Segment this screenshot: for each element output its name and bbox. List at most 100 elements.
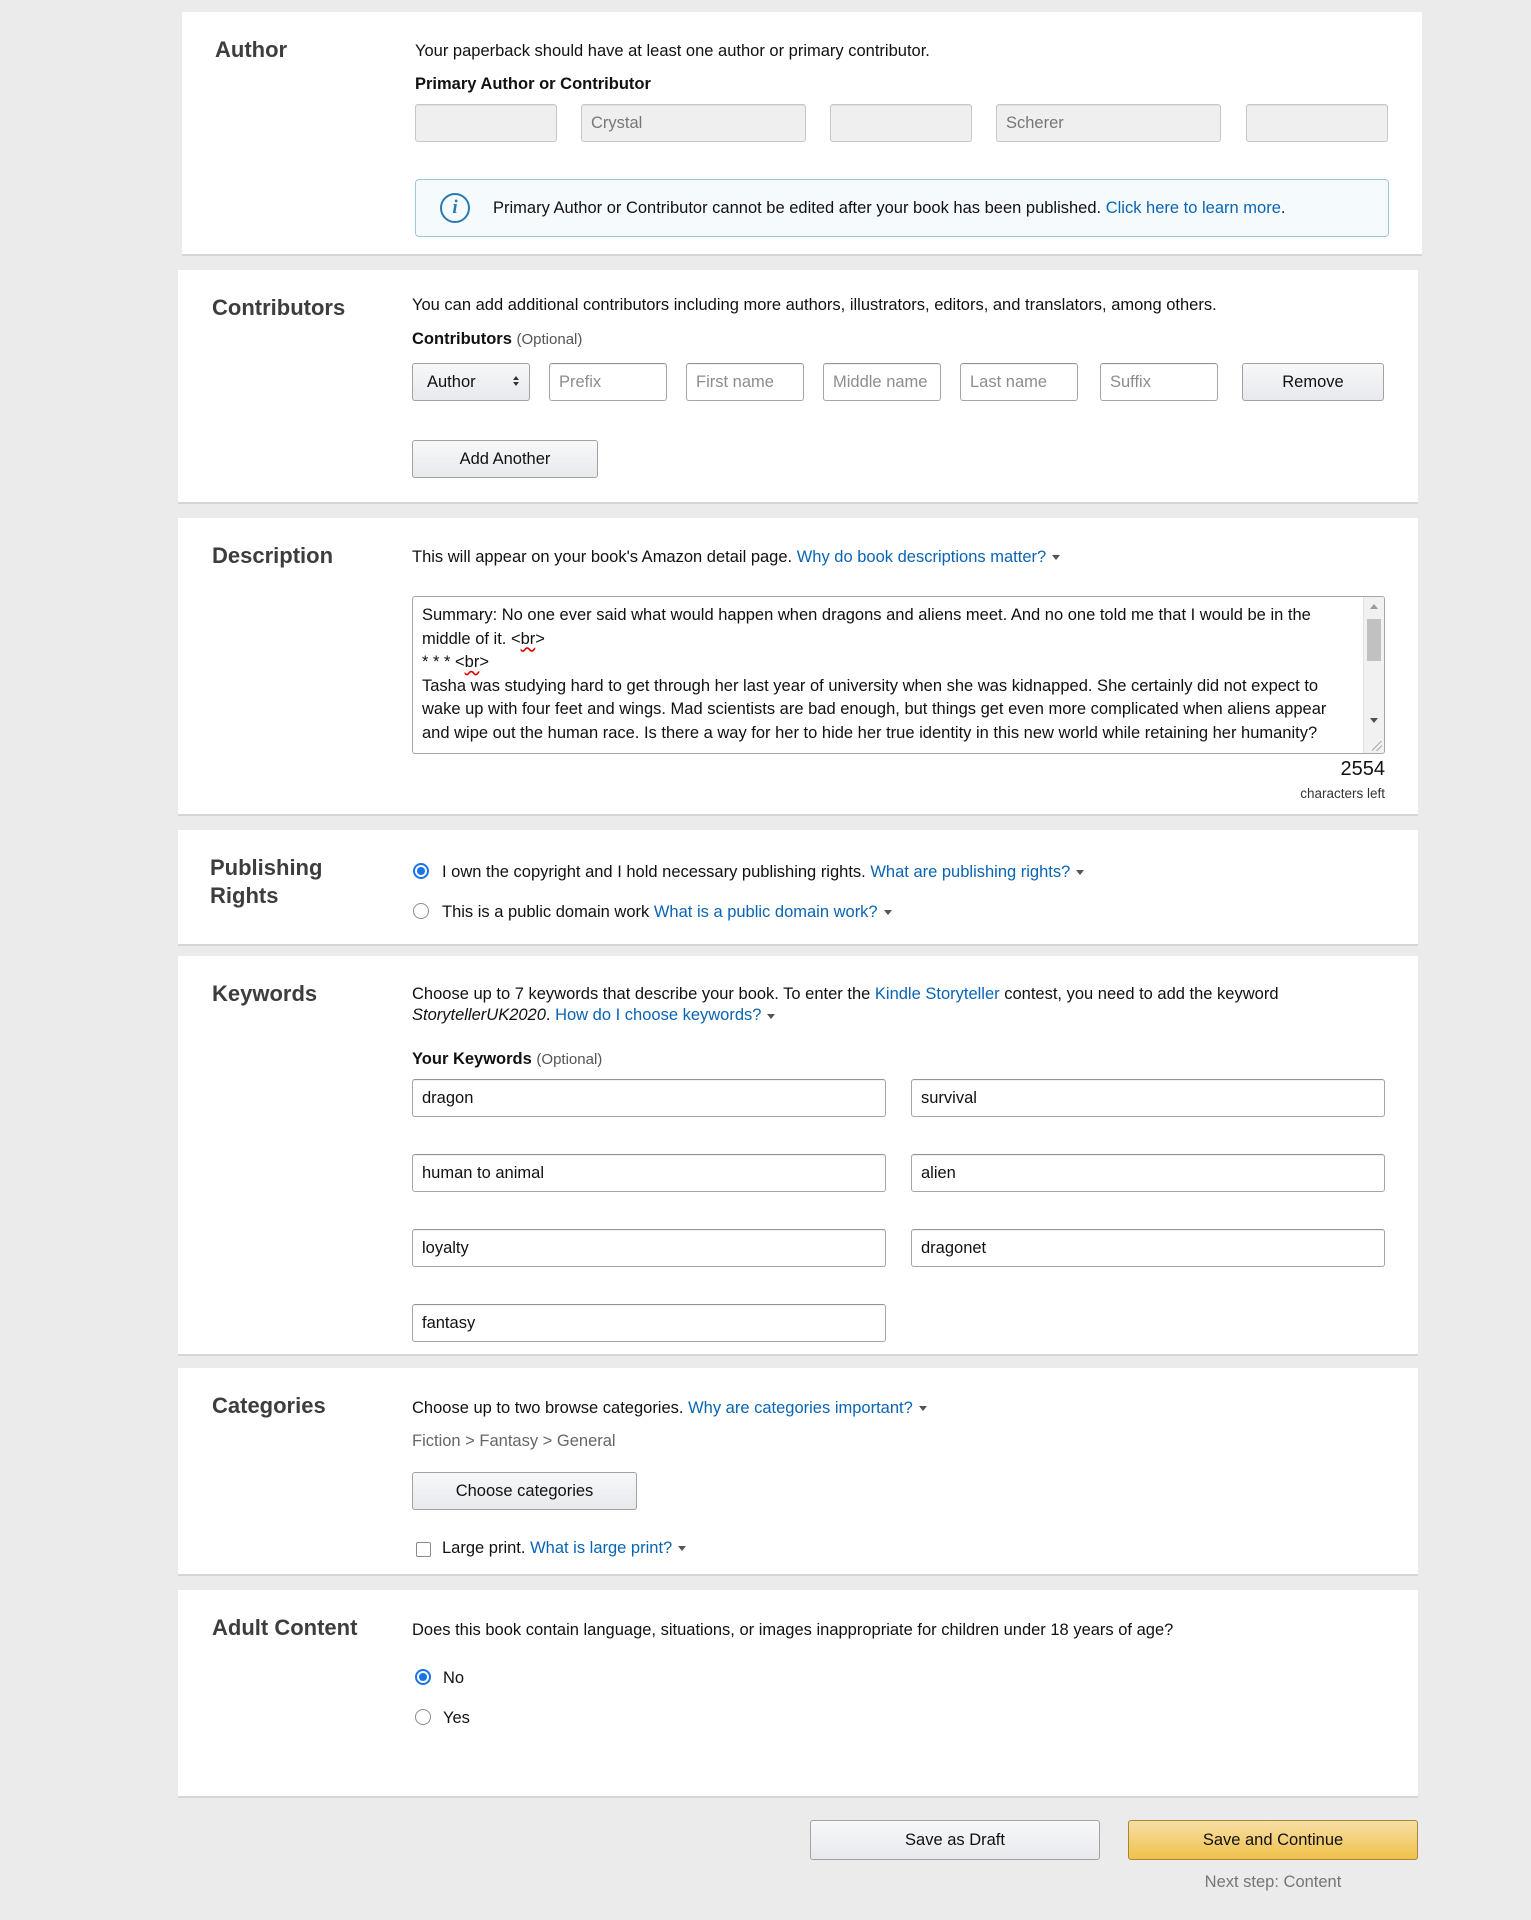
remove-contributor-button[interactable]: Remove [1242,363,1384,401]
categories-intro-text: Choose up to two browse categories. [412,1399,684,1417]
section-heading: Author [215,37,288,62]
author-middle-name-field [830,104,972,142]
contributors-label: Contributors (Optional) [412,329,582,350]
description-textarea[interactable]: Summary: No one ever said what would hap… [412,596,1385,754]
scroll-thumb[interactable] [1367,619,1381,661]
keyword-input[interactable]: human to animal [412,1154,886,1192]
page: Author Your paperback should have at lea… [0,0,1531,1920]
keywords-intro-text: Choose up to 7 keywords that describe yo… [412,985,871,1003]
contributor-role-value: Author [427,373,476,391]
save-and-continue-button[interactable]: Save and Continue [1128,1820,1418,1860]
public-domain-label[interactable]: This is a public domain work [442,903,649,921]
keyword-input[interactable]: dragonet [911,1229,1385,1267]
keywords-intro-text: contest, you need to add the keyword [1004,985,1279,1003]
contributor-role-select[interactable]: Author [412,363,530,401]
categories-intro: Choose up to two browse categories. Why … [412,1398,927,1419]
description-text: Summary: No one ever said what would hap… [422,604,1358,745]
description-line: Tasha was studying hard to get through h… [422,676,1319,695]
scroll-down-icon[interactable] [1370,718,1378,723]
kindle-storyteller-link[interactable]: Kindle Storyteller [875,985,1000,1003]
adult-yes-label[interactable]: Yes [443,1708,470,1729]
contributors-section: Contributors You can add additional cont… [178,270,1418,504]
heading-line: Rights [210,882,279,908]
your-keywords-label: Your Keywords (Optional) [412,1049,602,1070]
section-heading: Keywords [212,981,318,1006]
chevron-down-icon [918,1406,927,1412]
own-rights-radio[interactable] [413,863,429,879]
adult-content-section: Adult Content Does this book contain lan… [178,1590,1418,1798]
characters-left-label: characters left [1300,786,1385,801]
chevron-down-icon [678,1546,687,1552]
keyword-input[interactable]: loyalty [412,1229,886,1267]
public-domain-radio[interactable] [413,903,429,919]
how-choose-keywords-link[interactable]: How do I choose keywords? [555,1006,761,1024]
what-is-large-print-link[interactable]: What is large print? [530,1539,672,1557]
section-heading: Contributors [212,295,346,320]
contributors-intro: You can add additional contributors incl… [412,296,1217,314]
storyteller-keyword: StorytellerUK2020 [412,1006,546,1025]
large-print-option: Large print. What is large print? [442,1538,687,1559]
author-first-name-field: Crystal [581,104,806,142]
adult-no-radio[interactable] [415,1669,431,1685]
what-is-public-domain-link[interactable]: What is a public domain work? [654,903,878,921]
characters-left-count: 2554 [1340,758,1386,780]
description-line: wake up with four feet and wings. Mad sc… [422,700,1327,718]
learn-more-link[interactable]: Click here to learn more [1106,199,1281,217]
keyword-input[interactable]: survival [911,1079,1385,1117]
info-icon: i [440,193,470,223]
contributor-middle-name-input[interactable]: Middle name [823,363,941,401]
description-intro-text: This will appear on your book's Amazon d… [412,548,793,566]
next-step-label: Next step: Content [1204,1873,1342,1891]
publishing-rights-section: Publishing Rights I own the copyright an… [178,830,1418,946]
why-categories-link[interactable]: Why are categories important? [688,1399,913,1417]
description-line: middle of it. < [422,629,521,648]
author-info-text: Primary Author or Contributor cannot be … [493,199,1102,217]
contributor-last-name-input[interactable]: Last name [960,363,1078,401]
categories-section: Categories Choose up to two browse categ… [178,1368,1418,1576]
description-tag: br [520,629,536,648]
chevron-down-icon [767,1013,776,1019]
large-print-label[interactable]: Large print. [442,1539,525,1557]
your-keywords-label-text: Your Keywords [412,1050,532,1068]
heading-line: Publishing [210,855,323,880]
what-are-publishing-rights-link[interactable]: What are publishing rights? [870,863,1070,881]
chevron-down-icon [1076,870,1085,876]
own-rights-label[interactable]: I own the copyright and I hold necessary… [442,863,866,881]
description-line: > [479,653,489,671]
keywords-section: Keywords Choose up to 7 keywords that de… [178,956,1418,1356]
author-suffix-field [1246,104,1388,142]
chevron-down-icon [883,910,892,916]
optional-label: (Optional) [536,1051,603,1068]
textarea-scrollbar[interactable] [1363,597,1384,753]
description-tag: br [464,653,480,671]
author-info-box: i Primary Author or Contributor cannot b… [415,179,1389,237]
contributor-prefix-input[interactable]: Prefix [549,363,667,401]
chevron-down-icon [1052,555,1061,561]
keyword-input[interactable]: alien [911,1154,1385,1192]
adult-no-label[interactable]: No [443,1668,464,1689]
keyword-input[interactable]: fantasy [412,1304,886,1342]
keyword-input[interactable]: dragon [412,1079,886,1117]
contributor-first-name-input[interactable]: First name [686,363,804,401]
adult-yes-radio[interactable] [415,1709,431,1725]
why-descriptions-link[interactable]: Why do book descriptions matter? [797,548,1046,566]
description-intro: This will appear on your book's Amazon d… [412,547,1061,568]
author-info-message: Primary Author or Contributor cannot be … [493,198,1285,219]
save-as-draft-button[interactable]: Save as Draft [810,1820,1100,1860]
keywords-intro: Choose up to 7 keywords that describe yo… [412,984,1372,1027]
add-another-button[interactable]: Add Another [412,440,598,478]
large-print-checkbox[interactable] [416,1542,431,1557]
author-last-name-field: Scherer [996,104,1221,142]
scroll-up-icon[interactable] [1370,604,1378,609]
contributor-suffix-input[interactable]: Suffix [1100,363,1218,401]
section-heading: Description [212,543,334,568]
choose-categories-button[interactable]: Choose categories [412,1472,637,1510]
description-line: and wipe out the human race. Is there a … [422,723,1318,742]
resize-handle-icon[interactable] [1372,741,1382,751]
adult-content-question: Does this book contain language, situati… [412,1621,1174,1639]
author-info-end: . [1280,199,1286,217]
select-arrows-icon [513,376,519,386]
description-line: > [535,629,545,648]
author-prefix-field [415,104,557,142]
optional-label: (Optional) [516,331,583,348]
